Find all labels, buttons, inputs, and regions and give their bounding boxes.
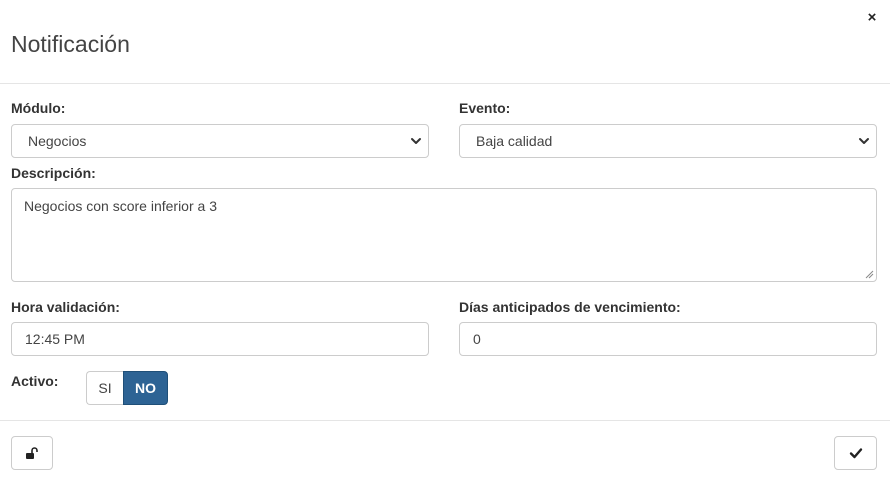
hora-value: 12:45 PM xyxy=(25,331,85,347)
evento-select-value: Baja calidad xyxy=(476,133,553,149)
modulo-select-value: Negocios xyxy=(28,133,87,149)
dias-value: 0 xyxy=(473,331,481,347)
hora-label: Hora validación: xyxy=(11,299,120,315)
evento-label: Evento: xyxy=(459,100,511,116)
dialog-header: Notificación × xyxy=(0,0,890,84)
close-icon: × xyxy=(867,9,877,26)
evento-select[interactable]: Baja calidad xyxy=(459,124,877,158)
descripcion-label: Descripción: xyxy=(11,165,96,181)
unlock-button[interactable] xyxy=(11,436,53,470)
resize-grip-icon[interactable] xyxy=(865,270,874,279)
chevron-down-icon xyxy=(411,138,421,144)
dialog-title: Notificación xyxy=(11,31,130,57)
chevron-down-icon xyxy=(859,138,869,144)
modulo-label: Módulo: xyxy=(11,100,66,116)
dialog-footer xyxy=(0,420,890,484)
activo-option-no[interactable]: NO xyxy=(123,371,168,405)
close-button[interactable]: × xyxy=(864,10,880,26)
confirm-button[interactable] xyxy=(834,436,877,470)
modulo-select[interactable]: Negocios xyxy=(11,124,429,158)
descripcion-textarea[interactable]: Negocios con score inferior a 3 xyxy=(11,188,877,282)
check-icon xyxy=(849,448,862,459)
dias-label: Días anticipados de vencimiento: xyxy=(459,299,681,315)
activo-label: Activo: xyxy=(11,373,59,389)
activo-toggle: SI NO xyxy=(86,371,168,405)
descripcion-value: Negocios con score inferior a 3 xyxy=(24,198,217,214)
activo-option-si[interactable]: SI xyxy=(86,371,123,405)
hora-input[interactable]: 12:45 PM xyxy=(11,322,429,356)
unlock-icon xyxy=(26,447,38,459)
dias-input[interactable]: 0 xyxy=(459,322,877,356)
